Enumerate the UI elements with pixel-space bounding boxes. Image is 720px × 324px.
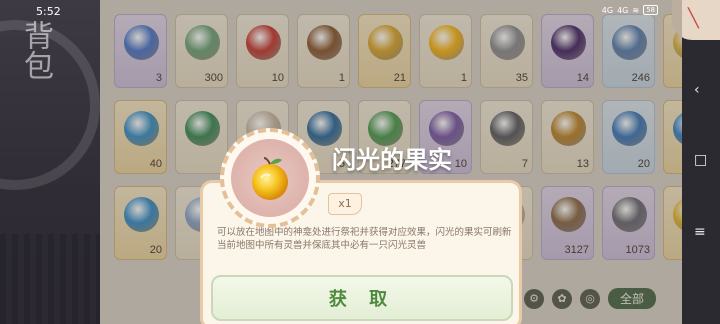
status-icons: 4G 4G ≋ 58: [602, 5, 658, 15]
signal-icon: 4G: [601, 5, 614, 15]
item-description: 可以放在地图中的神龛处进行祭祀并获得对应效果，闪光的果实可刷新当前地图中所有灵兽…: [217, 227, 512, 251]
back-nav-icon[interactable]: ‹: [694, 82, 700, 98]
item-medallion: [220, 128, 320, 228]
status-bar: 5:52 4G 4G ≋ 58: [0, 0, 720, 22]
status-time: 5:52: [36, 5, 61, 18]
wifi-icon: ≋: [632, 5, 640, 15]
signal-icon-2: 4G: [617, 5, 629, 15]
item-title: 闪光的果实: [332, 145, 452, 174]
bag-side-panel: 背包: [0, 0, 100, 324]
system-nav-bar: ‹ □ ≡: [682, 0, 720, 324]
item-quantity: x1: [328, 193, 362, 215]
home-nav-icon[interactable]: □: [694, 152, 707, 168]
acquire-button[interactable]: 获 取: [211, 275, 513, 321]
golden-fruit-icon: [252, 157, 288, 200]
bag-title: 背包: [18, 20, 53, 80]
recents-nav-icon[interactable]: ≡: [694, 224, 706, 240]
building-decoration: [0, 234, 100, 324]
battery-icon: 58: [643, 5, 658, 15]
